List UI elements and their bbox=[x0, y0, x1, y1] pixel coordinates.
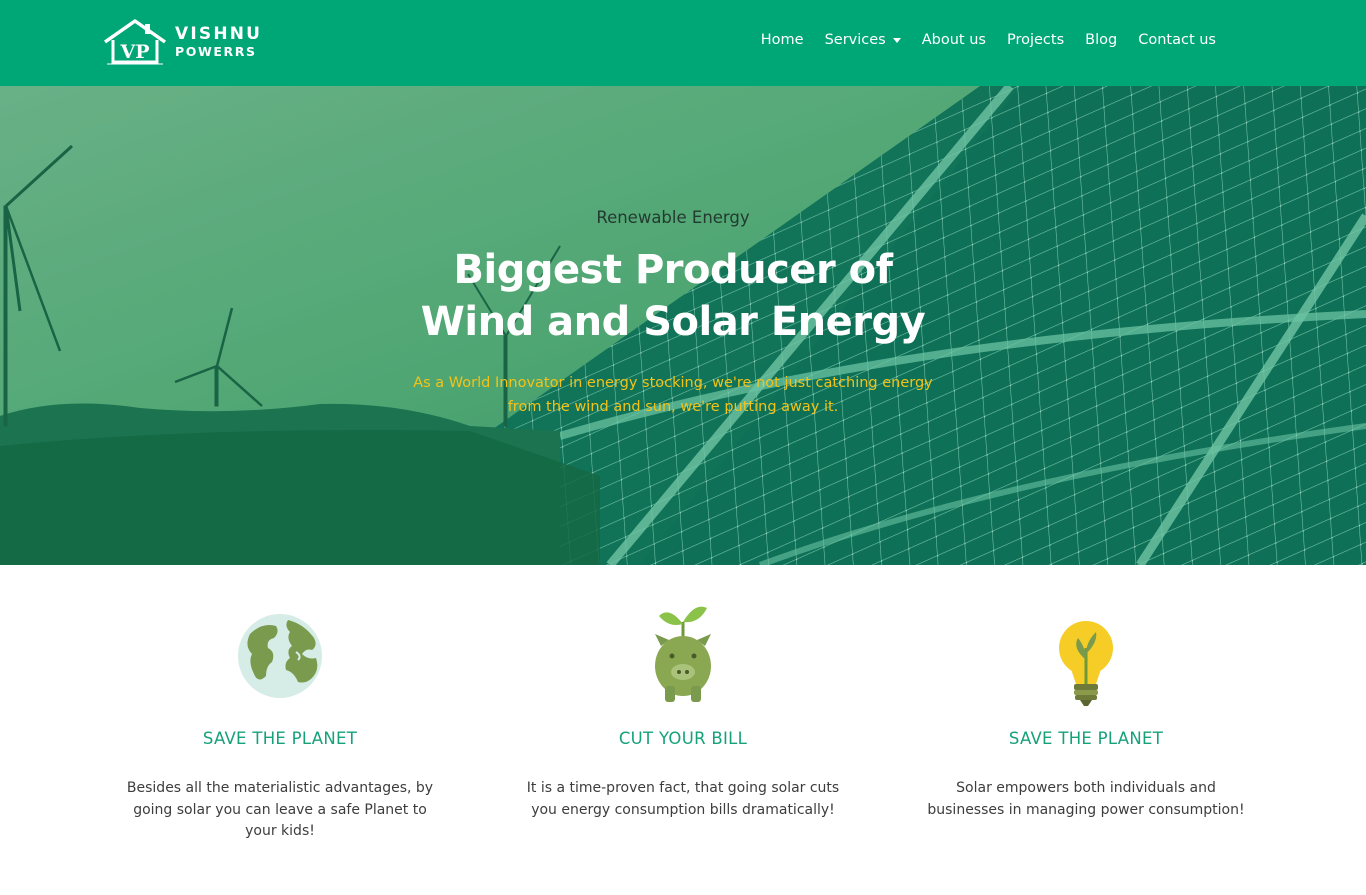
main-nav: Home Services About us Projects Blog Con… bbox=[740, 32, 1216, 48]
hero-banner: Renewable Energy Biggest Producer of Win… bbox=[0, 86, 1366, 565]
top-navbar: VP VISHNU POWERRS Home Services About us… bbox=[0, 0, 1366, 86]
feature-text: It is a time-proven fact, that going sol… bbox=[526, 780, 840, 818]
hero-title-line1: Biggest Producer of bbox=[453, 247, 893, 293]
nav-about[interactable]: About us bbox=[922, 32, 986, 48]
caret-down-icon bbox=[892, 37, 901, 43]
hero-subtitle: As a World Innovator in energy stocking,… bbox=[413, 375, 933, 415]
nav-home[interactable]: Home bbox=[761, 32, 804, 48]
brand-monogram: VP bbox=[119, 41, 149, 63]
nav-projects[interactable]: Projects bbox=[1007, 32, 1064, 48]
hero-title-line2: Wind and Solar Energy bbox=[420, 299, 926, 345]
feature-title: SAVE THE PLANET bbox=[1008, 729, 1164, 748]
feature-icon-wrap bbox=[100, 600, 460, 710]
globe-icon bbox=[238, 614, 322, 698]
hero-title: Biggest Producer of Wind and Solar Energ… bbox=[383, 244, 963, 348]
feature-icon-wrap bbox=[503, 600, 863, 710]
nav-services-dropdown[interactable]: Services bbox=[825, 32, 901, 48]
feature-title: CUT YOUR BILL bbox=[618, 729, 748, 748]
feature-icon-wrap bbox=[906, 600, 1266, 710]
house-logo-icon: VP bbox=[103, 19, 167, 65]
nav-services-label: Services bbox=[824, 32, 886, 48]
piggy-bank-sprout-icon bbox=[655, 606, 711, 702]
feature-text: Solar empowers both individuals and busi… bbox=[927, 780, 1245, 818]
light-bulb-sprout-icon bbox=[1059, 621, 1113, 706]
feature-title: SAVE THE PLANET bbox=[202, 729, 358, 748]
brand-logo-link[interactable]: VP VISHNU POWERRS bbox=[103, 18, 273, 68]
nav-blog[interactable]: Blog bbox=[1085, 32, 1117, 48]
brand-name-line2: POWERRS bbox=[175, 44, 257, 59]
nav-contact[interactable]: Contact us bbox=[1138, 32, 1216, 48]
brand-name-line1: VISHNU bbox=[175, 24, 263, 44]
hero-kicker: Renewable Energy bbox=[596, 208, 750, 227]
feature-text: Besides all the materialistic advantages… bbox=[126, 780, 434, 839]
